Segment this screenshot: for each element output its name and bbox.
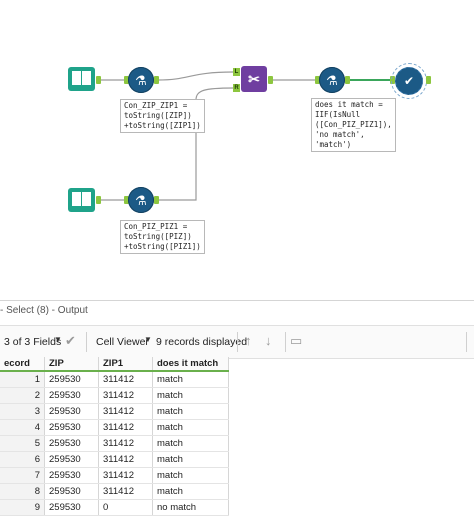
cell-zip[interactable]: 259530 [44,483,99,500]
record-number: 2 [0,387,45,404]
cell-zip[interactable]: 259530 [44,403,99,420]
formula-tool-3[interactable]: ⚗ [319,67,345,93]
cell-zip1[interactable]: 311412 [98,435,153,452]
table-row[interactable]: 8 259530 311412 match [0,483,229,500]
join-tool[interactable]: ✂ [241,66,267,92]
toolbar-divider [237,332,238,352]
records-count: 9 records displayed [156,336,248,348]
cell-zip1[interactable]: 0 [98,499,153,516]
output-anchor[interactable] [268,76,273,84]
chevron-down-icon[interactable]: ▼ [54,335,62,344]
select-tool[interactable]: ✔ [391,63,427,99]
chevron-down-icon[interactable]: ▼ [144,335,152,344]
arrow-up-icon[interactable]: ↑ [245,333,252,348]
book-icon [72,192,81,206]
record-number: 3 [0,403,45,420]
output-anchor[interactable] [426,76,431,84]
workflow-canvas[interactable]: ⚗ Con_ZIP_ZIP1 = toString([ZIP]) +toStri… [0,0,474,300]
table-row[interactable]: 7 259530 311412 match [0,467,229,484]
output-anchor[interactable] [345,76,350,84]
record-number: 5 [0,435,45,452]
book-icon [72,71,81,85]
record-number: 8 [0,483,45,500]
record-number: 1 [0,371,45,388]
output-anchor[interactable] [96,76,101,84]
results-pane: - Select (8) - Output 3 of 3 Fields ▼ ✔ … [0,300,474,526]
toolbar-divider [466,332,467,352]
cell-zip1[interactable]: 311412 [98,483,153,500]
table-row[interactable]: 5 259530 311412 match [0,435,229,452]
cell-zip[interactable]: 259530 [44,371,99,388]
table-row[interactable]: 9 259530 0 no match [0,499,229,516]
cell-zip[interactable]: 259530 [44,387,99,404]
cell-zip[interactable]: 259530 [44,451,99,468]
record-number: 7 [0,467,45,484]
table-header: ecord ZIP ZIP1 does it match [0,357,229,372]
column-header-record[interactable]: ecord [0,357,45,372]
results-grid: ecord ZIP ZIP1 does it match 1 259530 3114… [0,357,229,516]
cell-zip[interactable]: 259530 [44,419,99,436]
column-header-zip1[interactable]: ZIP1 [98,357,153,372]
cell-match[interactable]: match [152,483,229,500]
cell-viewer-dropdown[interactable]: Cell Viewer [96,336,149,348]
flask-icon: ⚗ [135,72,147,88]
message-icon[interactable]: ▭ [290,333,302,349]
cell-zip1[interactable]: 311412 [98,467,153,484]
flask-icon: ⚗ [326,72,338,88]
formula-1-annotation: Con_ZIP_ZIP1 = toString([ZIP]) +toString… [120,99,205,133]
cell-match[interactable]: match [152,387,229,404]
cell-zip[interactable]: 259530 [44,435,99,452]
formula-tool-2[interactable]: ⚗ [128,187,154,213]
checkmark-icon: ✔ [403,74,415,88]
cell-zip[interactable]: 259530 [44,499,99,516]
column-header-zip[interactable]: ZIP [44,357,99,372]
column-header-does-it-match[interactable]: does it match [152,357,229,372]
cell-match[interactable]: no match [152,499,229,516]
checkmark-icon[interactable]: ✔ [65,333,76,349]
wire-formula1-join [157,71,234,81]
input-data-tool-2[interactable] [68,188,95,212]
cell-match[interactable]: match [152,371,229,388]
join-left-anchor[interactable]: L [233,68,240,76]
toolbar-divider [285,332,286,352]
cell-match[interactable]: match [152,419,229,436]
table-row[interactable]: 1 259530 311412 match [0,371,229,388]
output-anchor[interactable] [96,196,101,204]
arrow-down-icon[interactable]: ↓ [265,333,272,348]
join-right-anchor[interactable]: R [233,84,240,92]
cell-match[interactable]: match [152,435,229,452]
cell-zip1[interactable]: 311412 [98,403,153,420]
results-toolbar: 3 of 3 Fields ▼ ✔ Cell Viewer ▼ 9 record… [0,325,474,359]
cell-zip1[interactable]: 311412 [98,387,153,404]
output-anchor[interactable] [154,196,159,204]
cell-zip1[interactable]: 311412 [98,419,153,436]
table-row[interactable]: 6 259530 311412 match [0,451,229,468]
cell-zip1[interactable]: 311412 [98,451,153,468]
results-table: ecord ZIP ZIP1 does it match 1 259530 3114… [0,357,229,516]
formula-3-annotation: does it match = IIF(IsNull ([Con_PIZ_PIZ… [311,98,396,152]
cell-zip[interactable]: 259530 [44,467,99,484]
cell-match[interactable]: match [152,403,229,420]
table-row[interactable]: 4 259530 311412 match [0,419,229,436]
join-icon: ✂ [248,70,260,87]
input-data-tool-1[interactable] [68,67,95,91]
record-number: 4 [0,419,45,436]
cell-match[interactable]: match [152,451,229,468]
table-row[interactable]: 3 259530 311412 match [0,403,229,420]
cell-match[interactable]: match [152,467,229,484]
record-number: 6 [0,451,45,468]
connection-wires [99,71,392,201]
record-number: 9 [0,499,45,516]
toolbar-divider [86,332,87,352]
fields-dropdown[interactable]: 3 of 3 Fields [4,336,61,348]
formula-2-annotation: Con_PIZ_PIZ1 = toString([PIZ]) +toString… [120,220,205,254]
output-anchor[interactable] [154,76,159,84]
formula-tool-1[interactable]: ⚗ [128,67,154,93]
table-row[interactable]: 2 259530 311412 match [0,387,229,404]
flask-icon: ⚗ [135,192,147,208]
results-title: - Select (8) - Output [0,305,88,316]
cell-zip1[interactable]: 311412 [98,371,153,388]
